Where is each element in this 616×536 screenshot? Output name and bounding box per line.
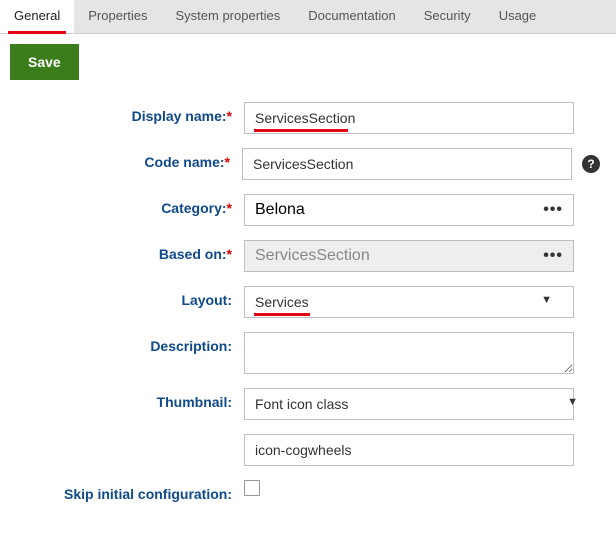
more-icon: ••• <box>543 247 563 265</box>
tab-usage[interactable]: Usage <box>485 0 551 33</box>
layout-label: Layout: <box>16 286 244 308</box>
description-field[interactable] <box>244 332 574 374</box>
save-button[interactable]: Save <box>10 44 79 80</box>
display-name-label: Display name:* <box>16 102 244 124</box>
skip-initial-label: Skip initial configuration: <box>16 480 244 502</box>
tab-general[interactable]: General <box>0 0 74 33</box>
thumbnail-label: Thumbnail: <box>16 388 244 410</box>
tab-documentation[interactable]: Documentation <box>294 0 409 33</box>
help-icon[interactable]: ? <box>582 155 600 173</box>
thumbnail-icon-field[interactable] <box>244 434 574 466</box>
tab-security[interactable]: Security <box>410 0 485 33</box>
code-name-label: Code name:* <box>16 148 242 170</box>
more-icon: ••• <box>543 201 563 219</box>
based-on-picker[interactable]: ServicesSection ••• <box>244 240 574 272</box>
category-label: Category:* <box>16 194 244 216</box>
code-name-field[interactable] <box>242 148 572 180</box>
thumbnail-type-select[interactable]: Font icon class <box>244 388 574 420</box>
category-picker[interactable]: Belona ••• <box>244 194 574 226</box>
skip-initial-checkbox[interactable] <box>244 480 260 496</box>
tab-properties[interactable]: Properties <box>74 0 161 33</box>
toolbar: Save <box>0 34 616 90</box>
form: Display name:* Code name:* ? Category:* … <box>0 90 616 502</box>
category-value: Belona <box>255 201 305 219</box>
tab-system-properties[interactable]: System properties <box>162 0 295 33</box>
based-on-label: Based on:* <box>16 240 244 262</box>
tab-bar: General Properties System properties Doc… <box>0 0 616 34</box>
based-on-value: ServicesSection <box>255 247 370 265</box>
description-label: Description: <box>16 332 244 354</box>
